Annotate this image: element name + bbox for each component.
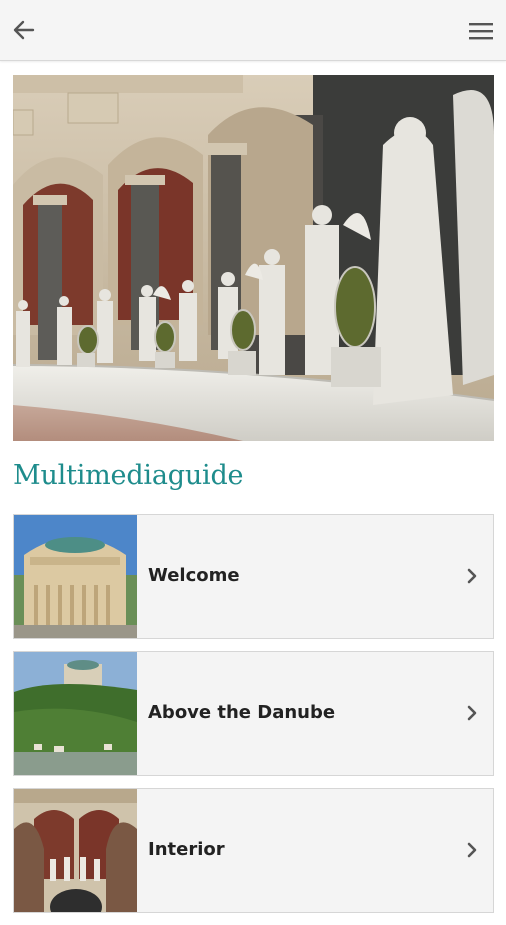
app-header <box>0 0 506 61</box>
rotunda-exterior-photo <box>14 515 137 638</box>
list-item-welcome[interactable]: Welcome <box>13 514 494 639</box>
hamburger-menu-icon <box>469 23 493 40</box>
chevron-right-icon <box>467 842 477 858</box>
list-item-label: Above the Danube <box>148 702 336 723</box>
list-item-interior[interactable]: Interior <box>13 788 494 913</box>
menu-button[interactable] <box>466 16 496 46</box>
list-item-label: Welcome <box>148 565 240 586</box>
chevron-right-icon <box>467 568 477 584</box>
danube-hillside-photo <box>14 652 137 775</box>
list-item-above-the-danube[interactable]: Above the Danube <box>13 651 494 776</box>
chevron-right-icon <box>467 705 477 721</box>
guide-list: Welcome Above the Danube Interior <box>13 514 494 925</box>
arrow-left-icon <box>13 20 35 40</box>
back-button[interactable] <box>8 14 40 46</box>
section-title: Multimediaguide <box>13 460 244 491</box>
hero-image <box>13 75 494 441</box>
interior-statues-photo <box>14 789 137 912</box>
list-item-label: Interior <box>148 839 225 860</box>
